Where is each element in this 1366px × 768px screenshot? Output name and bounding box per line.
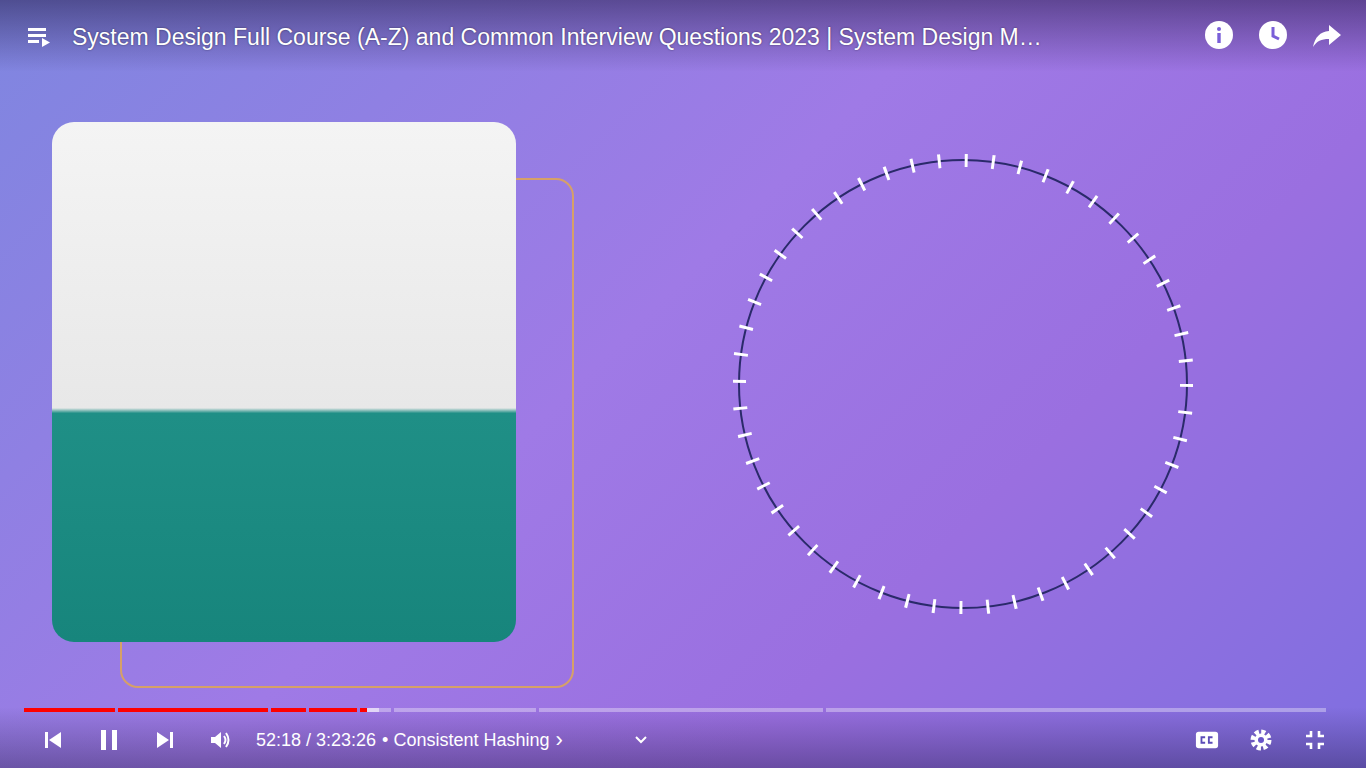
watch-later-clock-icon[interactable]: [1258, 20, 1288, 50]
gear-icon: [1249, 728, 1273, 752]
video-frame[interactable]: [0, 0, 1366, 768]
time-display: 52:18 / 3:23:26: [256, 730, 376, 751]
previous-icon: [41, 728, 65, 752]
presenter-block: [52, 122, 516, 642]
chapter-segment[interactable]: [24, 708, 115, 712]
playlist-icon[interactable]: [26, 22, 54, 50]
top-bar: System Design Full Course (A-Z) and Comm…: [0, 0, 1366, 72]
next-icon: [153, 728, 177, 752]
captions-button[interactable]: [1180, 718, 1234, 762]
chapter-segment[interactable]: [118, 708, 268, 712]
played-fill: [118, 708, 268, 712]
chapter-arrow[interactable]: ›: [556, 730, 563, 750]
chapter-segment[interactable]: [309, 708, 357, 712]
chapter-segment[interactable]: [394, 708, 535, 712]
chapter-segment[interactable]: [360, 708, 391, 712]
played-fill: [360, 708, 367, 712]
settings-button[interactable]: [1234, 718, 1288, 762]
played-fill: [309, 708, 357, 712]
previous-button[interactable]: [25, 718, 81, 762]
video-title[interactable]: System Design Full Course (A-Z) and Comm…: [72, 22, 1192, 52]
chapter-segment[interactable]: [271, 708, 306, 712]
exit-fullscreen-icon: [1303, 728, 1327, 752]
share-arrow-icon[interactable]: [1312, 20, 1342, 50]
chapter-segment[interactable]: [539, 708, 823, 712]
chevron-down-icon[interactable]: [633, 732, 649, 748]
pause-icon: [97, 728, 121, 752]
play-pause-button[interactable]: [81, 718, 137, 762]
chapter-title[interactable]: • Consistent Hashing: [382, 730, 549, 751]
controls-panel: 52:18 / 3:23:26 • Consistent Hashing ›: [0, 707, 1366, 768]
video-player[interactable]: System Design Full Course (A-Z) and Comm…: [0, 0, 1366, 768]
played-fill: [271, 708, 306, 712]
volume-button[interactable]: [193, 718, 249, 762]
volume-icon: [209, 728, 233, 752]
progress-bar[interactable]: [24, 707, 1342, 712]
exit-fullscreen-button[interactable]: [1288, 718, 1342, 762]
captions-icon: [1195, 728, 1219, 752]
played-fill: [24, 708, 115, 712]
info-icon[interactable]: [1204, 20, 1234, 50]
next-button[interactable]: [137, 718, 193, 762]
ring-figure: [733, 154, 1193, 614]
chapter-segment[interactable]: [826, 708, 1327, 712]
